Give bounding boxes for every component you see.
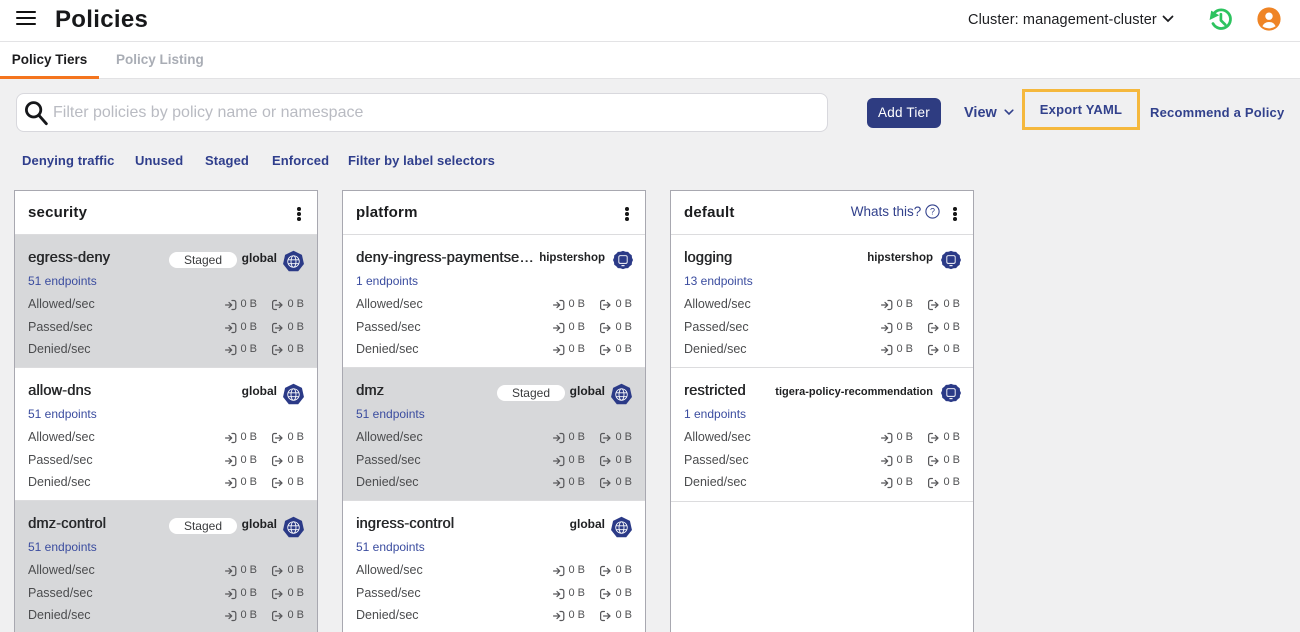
svg-text:?: ? <box>930 207 935 217</box>
